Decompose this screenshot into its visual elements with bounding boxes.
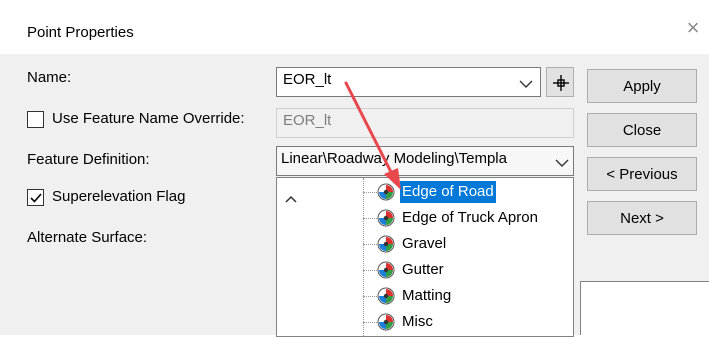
feature-definition-value: Linear\Roadway Modeling\Templa — [281, 150, 507, 167]
tree-branch — [363, 218, 377, 219]
next-button-label: Next > — [620, 210, 664, 227]
override-label: Use Feature Name Override: — [52, 110, 245, 127]
feature-definition-icon — [377, 287, 395, 305]
feature-definition-icon — [377, 209, 395, 227]
apply-button[interactable]: Apply — [587, 69, 697, 103]
tree-item[interactable]: Misc — [277, 311, 573, 335]
feature-definition-label: Feature Definition: — [27, 151, 150, 168]
tree-item-label: Misc — [402, 313, 433, 330]
tree-item[interactable]: Edge of Road — [277, 181, 573, 205]
tree-item-label: Gravel — [402, 235, 447, 252]
crosshair-pick-icon — [553, 75, 569, 91]
tree-branch — [363, 296, 377, 297]
close-button-label: Close — [622, 122, 662, 139]
tree-branch — [363, 192, 377, 193]
tree-item-label: Edge of Truck Apron — [402, 209, 538, 226]
feature-definition-combobox[interactable]: Linear\Roadway Modeling\Templa — [276, 146, 574, 176]
checkmark-icon — [30, 193, 42, 203]
previous-button-label: < Previous — [606, 166, 678, 183]
tree-item[interactable]: Edge of Truck Apron — [277, 207, 573, 231]
override-name-field[interactable]: EOR_lt — [276, 108, 574, 138]
close-window-button[interactable]: × — [681, 14, 705, 42]
tree-item[interactable]: Gutter — [277, 259, 573, 283]
alternate-surface-panel — [580, 281, 709, 335]
chevron-down-icon[interactable] — [519, 79, 533, 89]
tree-branch — [363, 322, 377, 323]
tree-item[interactable]: Gravel — [277, 233, 573, 257]
feature-definition-icon — [377, 235, 395, 253]
alternate-surface-label: Alternate Surface: — [27, 229, 148, 246]
chevron-down-icon[interactable] — [555, 158, 569, 168]
close-button[interactable]: Close — [587, 113, 697, 147]
feature-definition-icon — [377, 261, 395, 279]
override-checkbox[interactable] — [27, 111, 44, 128]
pick-point-button[interactable] — [546, 67, 574, 97]
feature-tree[interactable]: Edge of Road Edge of Truck Apron Gravel — [276, 177, 574, 337]
feature-definition-icon — [377, 313, 395, 331]
superelevation-checkbox[interactable] — [27, 189, 44, 206]
name-label: Name: — [27, 69, 72, 86]
previous-button[interactable]: < Previous — [587, 157, 697, 191]
tree-item[interactable]: Matting — [277, 285, 573, 309]
override-name-value: EOR_lt — [283, 112, 332, 129]
feature-definition-icon — [377, 183, 395, 201]
tree-item-label: Gutter — [402, 261, 444, 278]
apply-button-label: Apply — [623, 78, 661, 95]
next-button[interactable]: Next > — [587, 201, 697, 235]
tree-item-label: Matting — [402, 287, 452, 304]
name-combobox[interactable]: EOR_lt — [276, 67, 541, 97]
superelevation-label: Superelevation Flag — [52, 188, 186, 205]
tree-item-label: Edge of Road — [400, 181, 496, 203]
window-title: Point Properties — [27, 24, 134, 41]
tree-branch — [363, 244, 377, 245]
name-value: EOR_lt — [283, 71, 332, 88]
tree-branch — [363, 270, 377, 271]
